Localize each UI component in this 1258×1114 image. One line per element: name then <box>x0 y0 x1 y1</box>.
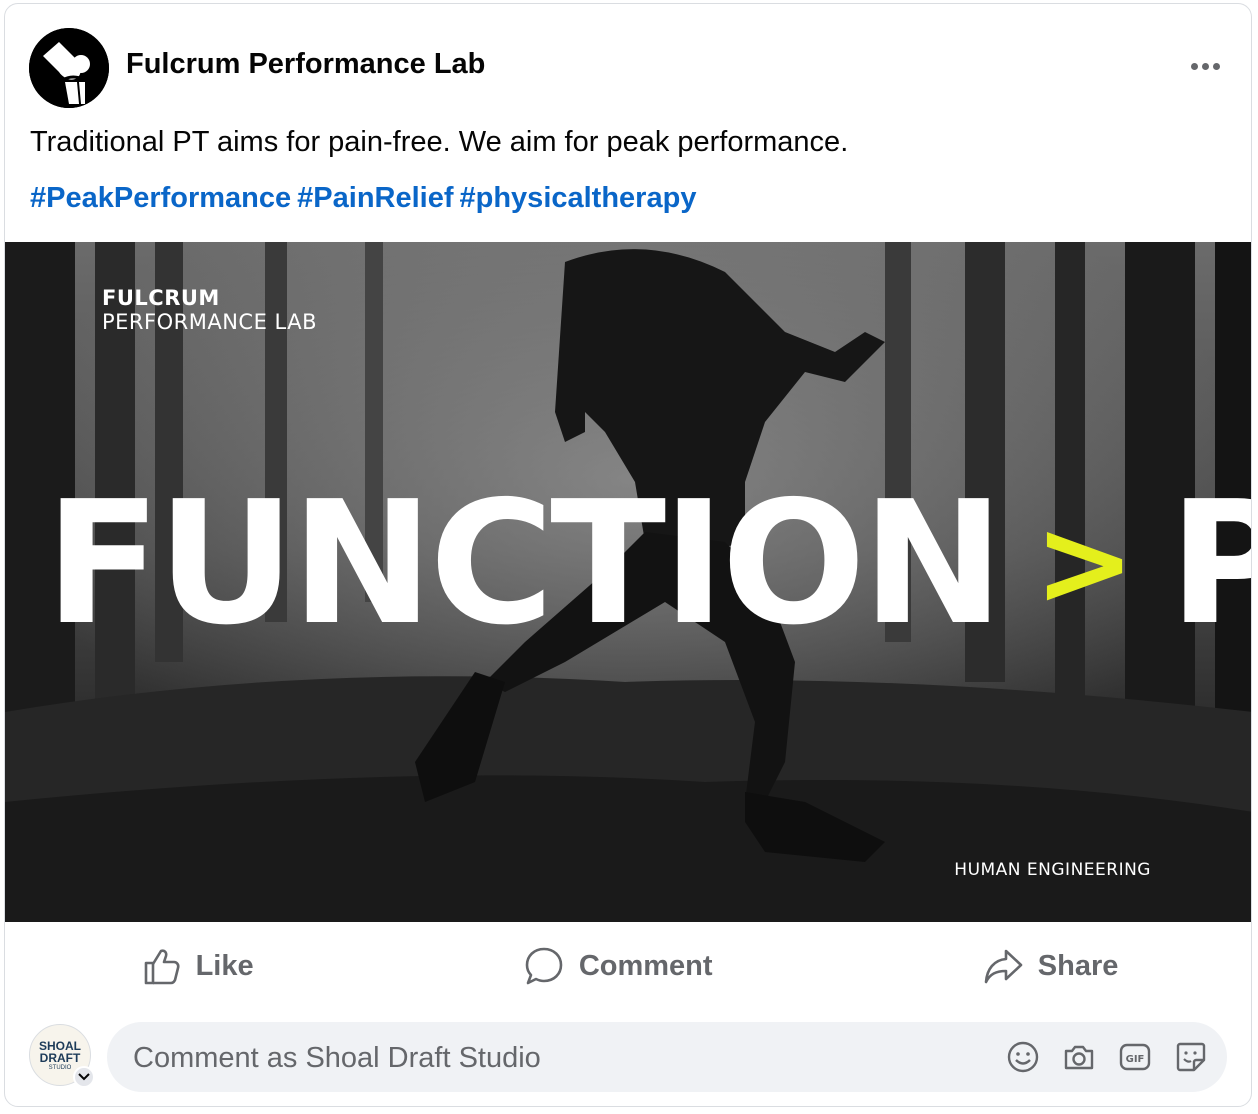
image-headline: FUNCTION > PAIN <box>45 465 1251 663</box>
headline-symbol: > <box>1034 494 1135 633</box>
comment-composer: SHOAL DRAFT STUDIO Comment as Shoal Draf… <box>29 1022 1227 1094</box>
headline-right: PAIN <box>1169 474 1251 654</box>
post-card: Fulcrum Performance Lab Traditional PT a… <box>4 3 1252 1107</box>
image-brand-line1: FULCRUM <box>102 286 220 310</box>
image-tagline: HUMAN ENGINEERING <box>954 860 1151 880</box>
profile-switcher-button[interactable] <box>73 1066 95 1088</box>
avatar-text-line2: DRAFT <box>39 1050 81 1065</box>
like-label: Like <box>195 949 254 982</box>
camera-icon <box>1064 1045 1094 1070</box>
post-header: Fulcrum Performance Lab <box>29 28 1227 108</box>
share-arrow-icon <box>984 949 1023 984</box>
hashtag-link[interactable]: #PainRelief <box>297 182 453 214</box>
more-options-button[interactable] <box>1183 46 1227 86</box>
hashtag-link[interactable]: #physicaltherapy <box>460 182 697 214</box>
more-dot-icon <box>1212 62 1220 70</box>
avatar-text-line3: STUDIO <box>48 1064 72 1071</box>
gif-button[interactable]: GIF <box>1117 1039 1153 1075</box>
comment-label: Comment <box>578 949 713 982</box>
emoji-icon <box>1007 1041 1039 1073</box>
knee-logo-icon <box>29 28 109 108</box>
comment-button[interactable]: Comment <box>499 937 737 995</box>
comment-bubble-icon <box>525 947 563 985</box>
camera-button[interactable] <box>1061 1039 1097 1075</box>
svg-text:GIF: GIF <box>1126 1054 1145 1065</box>
image-brand-line2: PERFORMANCE LAB <box>102 310 317 334</box>
thumbs-up-icon <box>144 949 180 985</box>
comment-input[interactable] <box>131 1022 935 1094</box>
sticker-icon <box>1176 1042 1206 1072</box>
hashtag-link[interactable]: #PeakPerformance <box>30 182 291 214</box>
more-dot-icon <box>1190 62 1198 70</box>
chevron-down-icon <box>78 1073 90 1081</box>
share-button[interactable]: Share <box>958 937 1143 995</box>
gif-icon: GIF <box>1119 1043 1151 1071</box>
headline-left: FUNCTION <box>45 465 1004 663</box>
more-dot-icon <box>1201 62 1209 70</box>
comment-tools: GIF <box>1005 1039 1209 1075</box>
share-label: Share <box>1037 949 1119 982</box>
post-text: Traditional PT aims for pain-free. We ai… <box>30 126 849 158</box>
hashtags: #PeakPerformance #PainRelief #physicalther… <box>30 182 702 215</box>
like-button[interactable]: Like <box>116 937 278 995</box>
post-actions: Like Comment Share <box>5 922 1251 1010</box>
comment-box: GIF <box>107 1022 1227 1094</box>
sticker-button[interactable] <box>1173 1039 1209 1075</box>
emoji-button[interactable] <box>1005 1039 1041 1075</box>
avatar-text-line1: SHOAL <box>39 1038 81 1053</box>
page-avatar[interactable] <box>29 28 109 108</box>
page-name[interactable]: Fulcrum Performance Lab <box>126 48 485 81</box>
